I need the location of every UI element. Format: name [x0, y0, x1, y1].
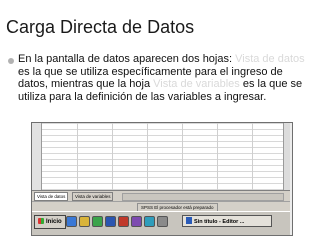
start-label: Inicio	[46, 219, 62, 225]
row-header	[32, 123, 42, 190]
taskbar-spss-editor[interactable]: Sin título - Editor ...	[182, 215, 272, 227]
start-button[interactable]: Inicio	[34, 215, 66, 229]
bullet-paragraph: En la pantalla de datos aparecen dos hoj…	[18, 53, 314, 103]
highlight-vista-de-variables: Vista de variables	[153, 78, 240, 91]
app-icon[interactable]	[131, 216, 142, 227]
grid-column-line	[182, 123, 183, 190]
highlight-vista-de-datos: Vista de datos	[235, 53, 305, 65]
browser-icon[interactable]	[66, 216, 77, 227]
grid-column-line	[77, 123, 78, 190]
status-bar: SPSS El procesador está preparado	[32, 201, 290, 212]
grid-column-line	[252, 123, 253, 190]
grid-column-line	[112, 123, 113, 190]
vertical-scrollbar[interactable]	[283, 123, 290, 190]
horizontal-scrollbar[interactable]	[122, 193, 284, 201]
data-grid[interactable]	[32, 123, 290, 190]
windows-logo-icon	[38, 218, 44, 224]
excel-icon[interactable]	[92, 216, 103, 227]
app-icon[interactable]	[144, 216, 155, 227]
bullet-icon	[8, 58, 14, 64]
tab-vista-de-variables[interactable]: Vista de variables	[72, 192, 114, 201]
powerpoint-icon[interactable]	[118, 216, 129, 227]
taskbar-app-label: Sin título - Editor ...	[194, 219, 245, 225]
spss-doc-icon	[186, 217, 192, 224]
spss-screenshot: Vista de datos Vista de variables SPSS E…	[31, 122, 293, 236]
grid-column-line	[217, 123, 218, 190]
slide-title: Carga Directa de Datos	[6, 17, 195, 37]
folder-icon[interactable]	[79, 216, 90, 227]
paragraph-text-1: En la pantalla de datos aparecen dos hoj…	[18, 53, 236, 65]
sheet-tab-bar: Vista de datos Vista de variables	[32, 190, 290, 201]
windows-taskbar: Inicio Sin título - Editor ...	[32, 211, 290, 235]
word-icon[interactable]	[105, 216, 116, 227]
grid-column-line	[147, 123, 148, 190]
tab-vista-de-datos[interactable]: Vista de datos	[34, 192, 69, 201]
app-icon[interactable]	[157, 216, 168, 227]
